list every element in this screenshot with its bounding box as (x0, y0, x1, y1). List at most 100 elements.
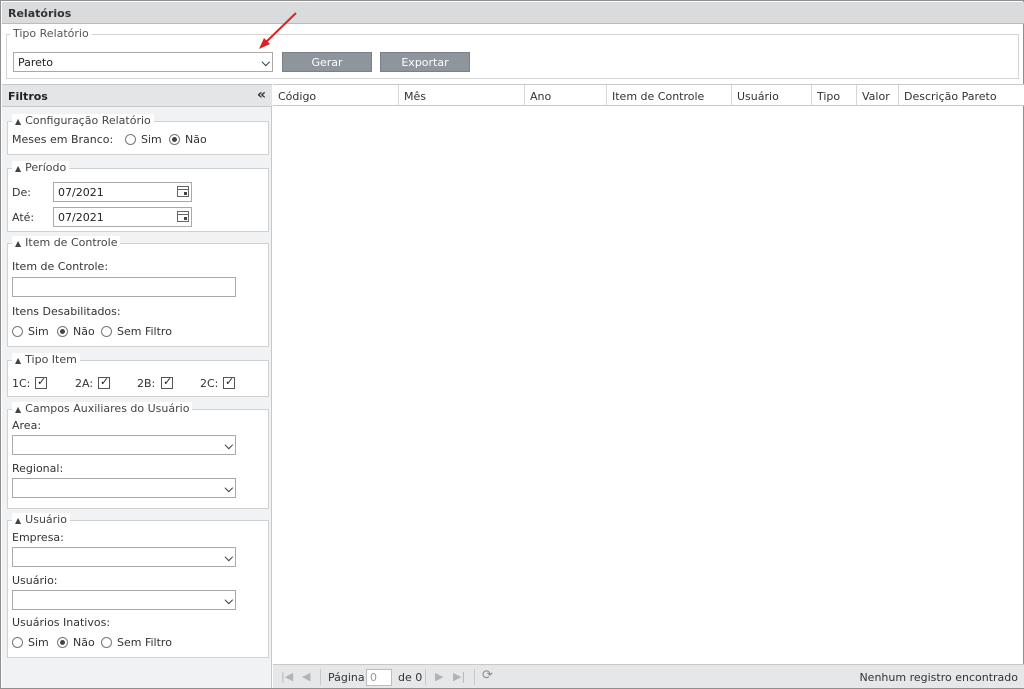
pager-status: Nenhum registro encontrado (859, 671, 1018, 684)
blank-months-yes-radio[interactable] (125, 134, 136, 145)
period-to-input[interactable]: 07/2021 (53, 207, 192, 227)
user-select[interactable]: ⌵ (12, 590, 236, 610)
pager-separator (320, 669, 321, 685)
collapse-panel-icon[interactable]: « (257, 87, 266, 103)
aux-fields-legend[interactable]: ▲ Campos Auxiliares do Usuário (12, 402, 193, 415)
collapse-triangle-icon: ▲ (15, 164, 22, 173)
report-type-select[interactable]: Pareto ⌵ (13, 52, 273, 72)
item-type-1c-label: 1C: (12, 377, 31, 390)
window-title: Relatórios (8, 7, 72, 20)
period-from-input[interactable]: 07/2021 (53, 182, 192, 202)
period-to-label: Até: (12, 211, 35, 224)
disabled-items-no-label: Não (73, 325, 95, 338)
column-header-pareto-description[interactable]: Descrição Pareto (899, 85, 1024, 106)
report-window: Relatórios Tipo Relatório Pareto ⌵ Gerar… (0, 0, 1024, 689)
disabled-items-yes-radio[interactable] (12, 326, 23, 337)
area-select[interactable]: ⌵ (12, 435, 236, 455)
inactive-users-label: Usuários Inativos: (12, 616, 111, 629)
inactive-users-nofilter-label: Sem Filtro (117, 636, 172, 649)
company-select[interactable]: ⌵ (12, 547, 236, 567)
control-item-input[interactable] (12, 277, 236, 297)
item-type-1c-checkbox[interactable] (35, 375, 47, 389)
column-header-value[interactable]: Valor (857, 85, 899, 106)
period-from-value: 07/2021 (58, 186, 104, 199)
grid-header: Código Mês Ano Item de Controle Usuário … (273, 85, 1024, 106)
pager-separator (474, 669, 475, 685)
red-arrow-annotation (259, 12, 297, 49)
aux-fields-group: ▲ Campos Auxiliares do Usuário Area: ⌵ Re… (7, 402, 269, 509)
last-page-icon[interactable]: ▶| (453, 670, 465, 683)
refresh-icon[interactable]: ⟳ (482, 668, 493, 683)
disabled-items-nofilter-label: Sem Filtro (117, 325, 172, 338)
report-config-legend[interactable]: ▲ Configuração Relatório (12, 114, 154, 127)
page-count-label: de 0 (398, 671, 423, 684)
user-group: ▲ Usuário Empresa: ⌵ Usuário: ⌵ Usuários … (7, 513, 269, 658)
chevron-down-icon[interactable]: ⌵ (262, 56, 270, 70)
chevron-down-icon[interactable]: ⌵ (225, 482, 233, 496)
filters-header: Filtros « (2, 85, 272, 107)
column-header-year[interactable]: Ano (525, 85, 607, 106)
grid-pager: |◀ ◀ Página 0 de 0 ▶ ▶| ⟳ Nenhum registr… (273, 664, 1024, 688)
pager-separator (425, 669, 426, 685)
period-from-label: De: (12, 186, 31, 199)
disabled-items-yes-label: Sim (28, 325, 49, 338)
column-header-control-item[interactable]: Item de Controle (607, 85, 732, 106)
disabled-items-label: Itens Desabilitados: (12, 305, 121, 318)
next-page-icon[interactable]: ▶ (435, 670, 443, 683)
filters-title: Filtros (8, 90, 48, 103)
export-button[interactable]: Exportar (380, 52, 470, 72)
page-number-input[interactable]: 0 (366, 669, 392, 686)
collapse-triangle-icon: ▲ (15, 405, 22, 414)
collapse-triangle-icon: ▲ (15, 239, 22, 248)
control-item-group: ▲ Item de Controle Item de Controle: Iten… (7, 236, 269, 347)
inactive-users-yes-radio[interactable] (12, 637, 23, 648)
control-item-label: Item de Controle: (12, 260, 109, 273)
report-grid: Código Mês Ano Item de Controle Usuário … (273, 84, 1024, 688)
column-header-type[interactable]: Tipo (812, 85, 857, 106)
item-type-2b-label: 2B: (137, 377, 156, 390)
period-to-value: 07/2021 (58, 211, 104, 224)
page-label: Página (328, 671, 365, 684)
report-type-legend: Tipo Relatório (10, 27, 92, 40)
user-legend[interactable]: ▲ Usuário (12, 513, 70, 526)
disabled-items-nofilter-radio[interactable] (101, 326, 112, 337)
area-label: Area: (12, 419, 42, 432)
collapse-triangle-icon: ▲ (15, 117, 22, 126)
report-type-value: Pareto (18, 56, 53, 69)
regional-select[interactable]: ⌵ (12, 478, 236, 498)
column-header-user[interactable]: Usuário (732, 85, 812, 106)
blank-months-yes-label: Sim (141, 133, 162, 146)
disabled-items-no-radio[interactable] (57, 326, 68, 337)
control-item-legend[interactable]: ▲ Item de Controle (12, 236, 121, 249)
user-label: Usuário: (12, 574, 58, 587)
item-type-2c-checkbox[interactable] (223, 375, 235, 389)
item-type-2b-checkbox[interactable] (161, 375, 173, 389)
first-page-icon[interactable]: |◀ (281, 670, 293, 683)
calendar-icon[interactable] (177, 211, 189, 222)
item-type-2a-checkbox[interactable] (98, 375, 110, 389)
item-type-2a-label: 2A: (75, 377, 94, 390)
inactive-users-nofilter-radio[interactable] (101, 637, 112, 648)
chevron-down-icon[interactable]: ⌵ (225, 594, 233, 608)
blank-months-no-radio[interactable] (169, 134, 180, 145)
collapse-triangle-icon: ▲ (15, 516, 22, 525)
column-header-code[interactable]: Código (273, 85, 399, 106)
calendar-icon[interactable] (177, 186, 189, 197)
chevron-down-icon[interactable]: ⌵ (225, 551, 233, 565)
window-titlebar: Relatórios (2, 2, 1024, 24)
item-type-legend[interactable]: ▲ Tipo Item (12, 353, 80, 366)
period-legend[interactable]: ▲ Período (12, 161, 70, 174)
inactive-users-no-label: Não (73, 636, 95, 649)
blank-months-label: Meses em Branco: (12, 133, 114, 146)
inactive-users-yes-label: Sim (28, 636, 49, 649)
generate-button[interactable]: Gerar (282, 52, 372, 72)
collapse-triangle-icon: ▲ (15, 356, 22, 365)
company-label: Empresa: (12, 531, 64, 544)
column-header-month[interactable]: Mês (399, 85, 525, 106)
chevron-down-icon[interactable]: ⌵ (225, 439, 233, 453)
inactive-users-no-radio[interactable] (57, 637, 68, 648)
period-group: ▲ Período De: 07/2021 Até: 07/2021 (7, 161, 269, 232)
prev-page-icon[interactable]: ◀ (302, 670, 310, 683)
filters-panel: Filtros « ▲ Configuração Relatório Meses … (2, 84, 272, 688)
item-type-group: ▲Tipo Item 1C: 2A: 2B: 2C: (7, 353, 269, 397)
